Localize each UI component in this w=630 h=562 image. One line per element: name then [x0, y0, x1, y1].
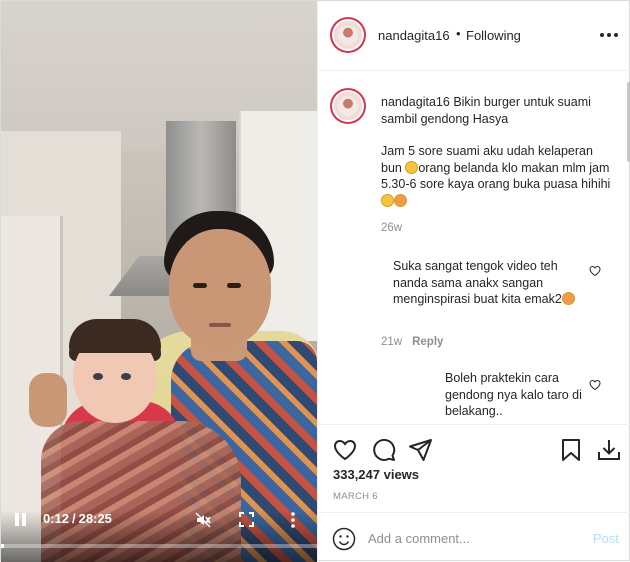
caption-avatar[interactable] [330, 88, 366, 124]
duration: 28:25 [78, 511, 112, 526]
blushing-emoji-icon [394, 193, 407, 207]
laughing-emoji-icon [405, 160, 419, 174]
emoji-icon [561, 292, 575, 305]
video-time: 0:12/28:25 [43, 511, 112, 526]
video-progress-fill [1, 544, 4, 548]
caption-time[interactable]: 26w [381, 222, 402, 234]
video-player[interactable]: 0:12/28:25 [1, 1, 317, 562]
separator-dot: • [456, 26, 461, 41]
comment-bubble-icon[interactable] [371, 437, 397, 463]
more-horizontal-icon[interactable] [600, 33, 618, 38]
grinning-emoji-icon [381, 193, 394, 207]
post-header: nandagita16 • Following [318, 1, 630, 71]
caption-username[interactable]: nandagita16 [381, 95, 450, 109]
instagram-post-window: 0:12/28:25 nandagita16 • Following nanda… [0, 0, 630, 562]
pause-icon[interactable] [15, 513, 27, 526]
emoji-smile-icon[interactable] [332, 527, 356, 551]
share-paper-plane-icon[interactable] [408, 437, 434, 463]
post-caption: nandagita16 Bikin burger untuk suami sam… [381, 94, 611, 209]
download-icon[interactable] [596, 437, 622, 463]
header-username[interactable]: nandagita16 [378, 28, 450, 43]
comment-text: Boleh praktekin cara gendong nya kalo ta… [445, 371, 582, 418]
video-progress-bar[interactable] [1, 544, 317, 548]
comment-input[interactable] [368, 526, 588, 550]
fullscreen-icon[interactable] [239, 512, 254, 527]
view-count[interactable]: 333,247 views [333, 467, 419, 482]
current-time: 0:12 [43, 511, 70, 526]
bookmark-icon[interactable] [558, 437, 584, 463]
comments-section: nandagita16 Bikin burger untuk suami sam… [318, 72, 630, 424]
like-heart-icon[interactable] [332, 437, 358, 463]
post-side-panel: nandagita16 • Following nandagita16 Biki… [317, 1, 630, 562]
post-button[interactable]: Post [593, 531, 619, 546]
avatar[interactable] [330, 17, 366, 53]
comment-text: Suka sangat tengok video teh nanda sama … [381, 258, 586, 308]
muted-icon[interactable] [194, 511, 212, 529]
comment-meta: 21w Reply [381, 336, 444, 348]
like-comment-heart-icon[interactable] [589, 379, 601, 391]
following-button[interactable]: Following [466, 28, 521, 43]
more-vertical-icon[interactable] [290, 511, 296, 529]
post-actions: 333,247 views MARCH 6 [318, 424, 630, 512]
like-comment-heart-icon[interactable] [589, 265, 601, 277]
reply-button[interactable]: Reply [412, 336, 443, 348]
post-date[interactable]: MARCH 6 [333, 491, 378, 502]
add-comment-bar: Post [318, 512, 630, 562]
